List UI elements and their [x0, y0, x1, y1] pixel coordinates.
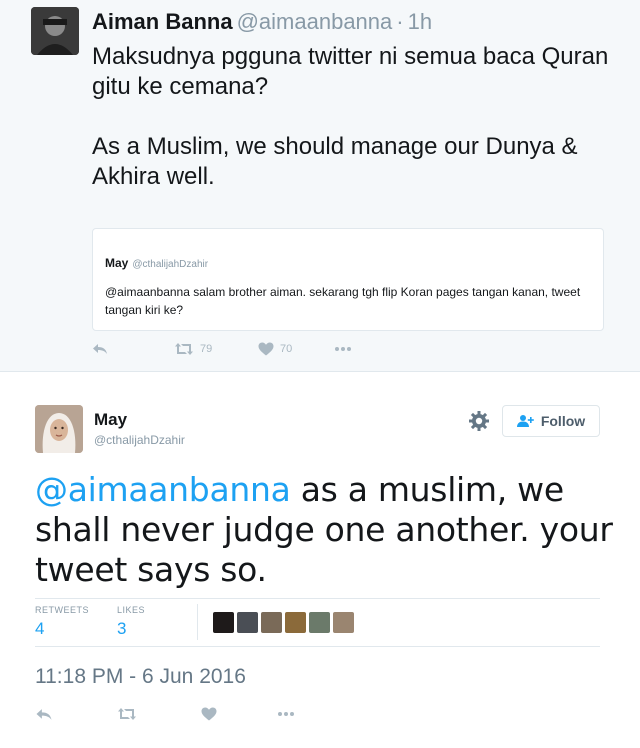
quoted-user-name: May	[105, 256, 129, 270]
user-handle[interactable]: @cthalijahDzahir	[94, 433, 185, 447]
like-count: 70	[280, 343, 293, 355]
reply-icon	[93, 344, 107, 354]
tweet-time[interactable]: 1h	[408, 9, 432, 34]
quoted-tweet[interactable]: May @cthalijahDzahir @aimaanbanna salam b…	[92, 228, 604, 331]
retweets-stat[interactable]: RETWEETS 4	[35, 605, 89, 639]
more-button[interactable]	[277, 707, 295, 721]
likes-stat[interactable]: LIKES 3	[117, 605, 145, 639]
follow-label: Follow	[540, 413, 586, 429]
liker-avatar[interactable]	[261, 612, 282, 633]
heart-icon	[258, 342, 274, 356]
quoted-tweet-text: @aimaanbanna salam brother aiman. sekara…	[105, 285, 581, 317]
separator: ·	[396, 9, 404, 34]
more-button[interactable]	[334, 342, 352, 356]
like-button[interactable]: 70	[258, 342, 292, 356]
add-user-icon	[516, 415, 534, 427]
user-name[interactable]: May	[94, 410, 127, 430]
gear-icon[interactable]	[468, 410, 490, 432]
liker-avatar[interactable]	[237, 612, 258, 633]
like-button[interactable]	[201, 707, 217, 721]
more-icon	[278, 712, 294, 716]
retweet-button[interactable]: 79	[174, 342, 212, 356]
tweet-timestamp[interactable]: 11:18 PM - 6 Jun 2016	[35, 665, 246, 689]
tweet-text: @aimaanbanna as a muslim, we shall never…	[35, 470, 615, 590]
quoted-tweet-header: May @cthalijahDzahir	[105, 256, 208, 270]
more-icon	[335, 347, 351, 351]
tweet-header: Aiman Banna @aimaanbanna · 1h	[92, 9, 432, 35]
user-name[interactable]: Aiman Banna	[92, 9, 233, 34]
quoted-user-handle: @cthalijahDzahir	[132, 259, 209, 270]
tweet-actions	[35, 707, 335, 727]
liker-avatar[interactable]	[285, 612, 306, 633]
likes-count: 3	[117, 619, 127, 638]
reply-icon	[36, 709, 52, 720]
mention-link[interactable]: @aimaanbanna	[35, 470, 291, 509]
retweet-icon	[175, 343, 193, 355]
tweet-text-line: As a Muslim, we should manage our Dunya …	[92, 133, 578, 190]
divider	[35, 646, 600, 647]
likes-label: LIKES	[117, 605, 146, 615]
retweet-count: 79	[200, 343, 213, 355]
retweets-count: 4	[35, 619, 45, 638]
liker-avatar[interactable]	[333, 612, 354, 633]
retweet-icon	[118, 708, 136, 720]
retweets-label: RETWEETS	[35, 605, 90, 615]
retweet-button[interactable]	[117, 707, 137, 721]
divider	[197, 604, 198, 640]
tweet-actions: 79 70	[92, 342, 392, 362]
likers-avatars	[213, 612, 354, 633]
liker-avatar[interactable]	[309, 612, 330, 633]
avatar[interactable]	[35, 405, 83, 453]
liker-avatar[interactable]	[213, 612, 234, 633]
follow-button[interactable]: Follow	[502, 405, 600, 437]
divider	[35, 598, 600, 599]
tweet-text-line: Maksudnya pgguna twitter ni semua baca Q…	[92, 43, 609, 100]
avatar[interactable]	[31, 7, 79, 55]
reply-button[interactable]	[92, 342, 108, 356]
top-tweet-card[interactable]: Aiman Banna @aimaanbanna · 1h Maksudnya pgg…	[0, 0, 640, 372]
heart-icon	[201, 707, 217, 721]
reply-button[interactable]	[35, 707, 53, 722]
user-handle[interactable]: @aimaanbanna	[237, 9, 393, 34]
tweet-text: Maksudnya pgguna twitter ni semua baca Q…	[92, 42, 612, 192]
